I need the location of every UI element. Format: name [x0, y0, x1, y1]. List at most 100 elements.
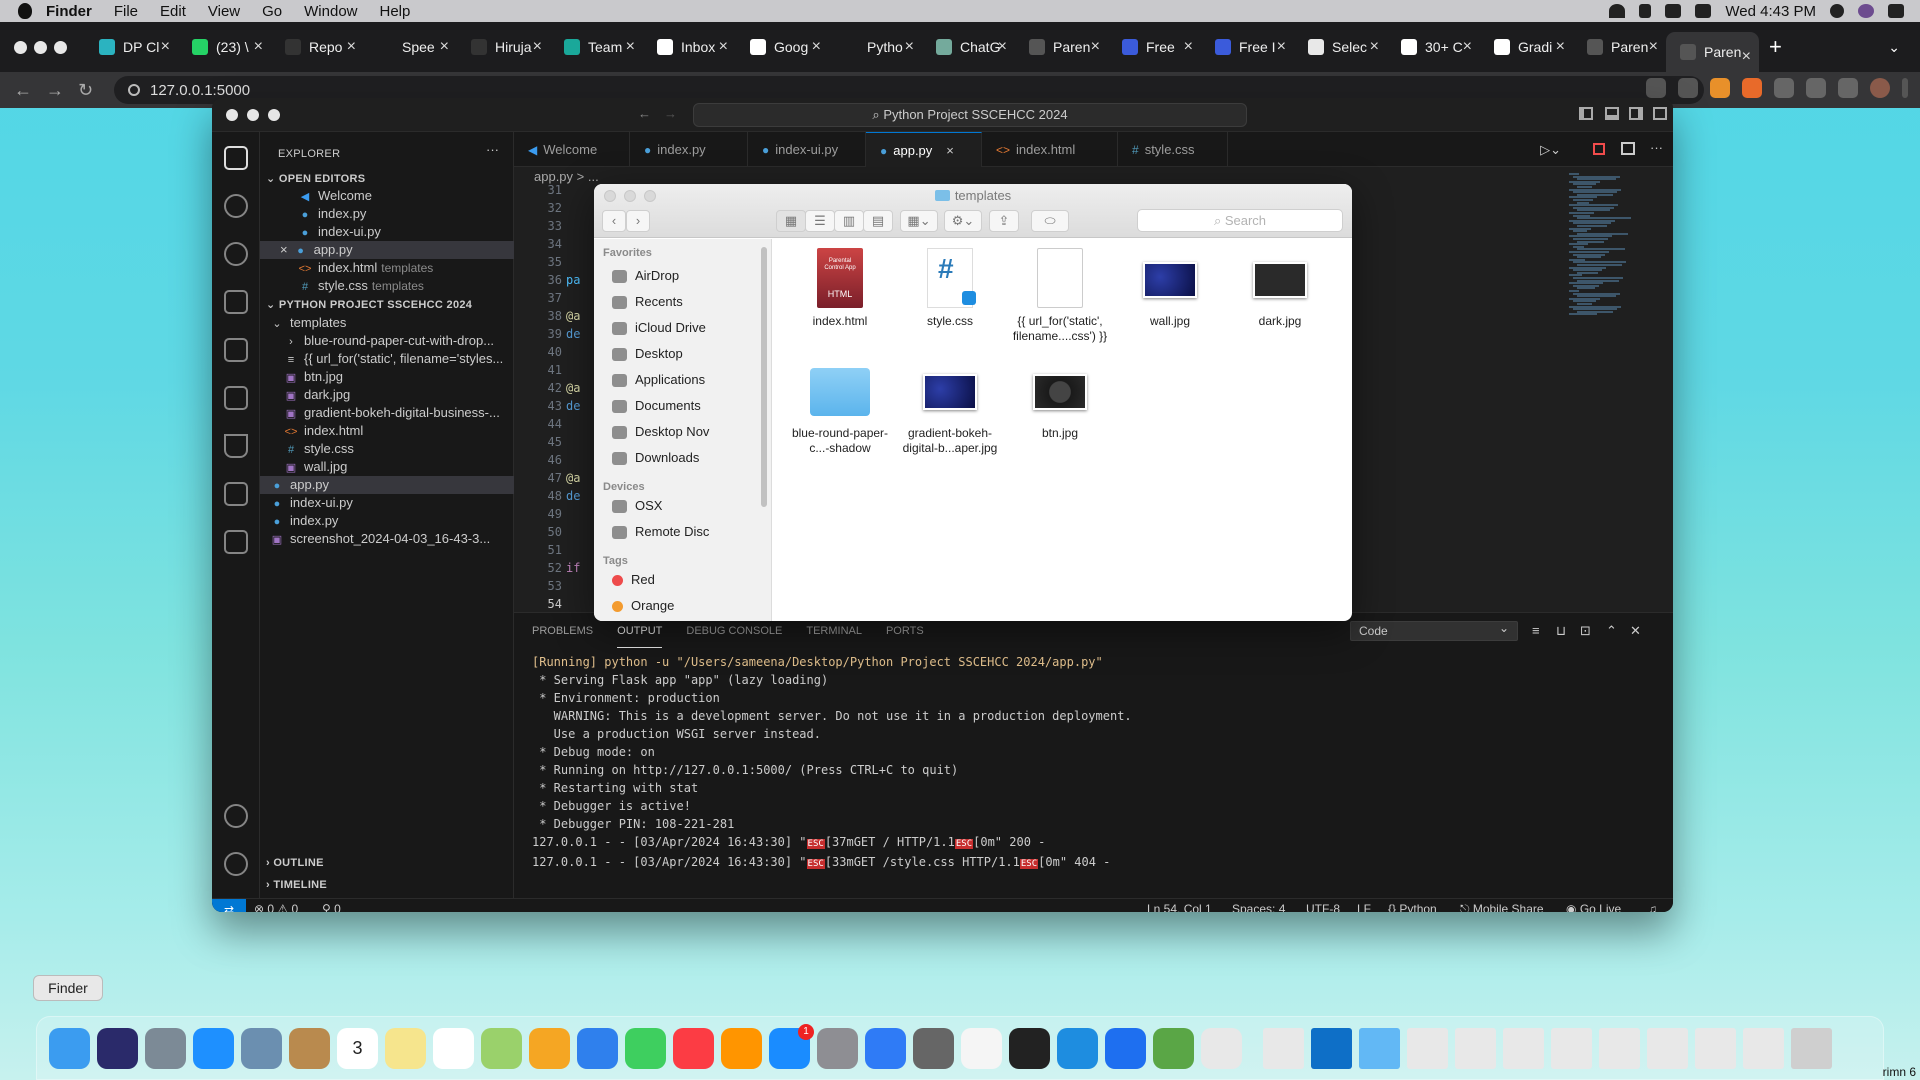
dock-app-icon[interactable] [1057, 1027, 1098, 1069]
tab-close-icon[interactable]: × [347, 38, 356, 56]
sidebar-item-osx[interactable]: OSX [612, 495, 662, 517]
window-zoom-button[interactable] [54, 40, 67, 54]
source-control-icon[interactable] [224, 242, 248, 266]
open-editor-item[interactable]: ● index.py [260, 205, 514, 223]
icon-view-button[interactable]: ▦ [776, 210, 806, 232]
editor-tab[interactable]: <> index.html [982, 132, 1118, 167]
breadcrumb[interactable]: app.py > ... [534, 169, 599, 184]
vscode-zoom-button[interactable] [268, 109, 280, 121]
finder-file-item[interactable]: gradient-bokeh-digital-b...aper.jpg [895, 360, 1005, 456]
dock-app-icon[interactable] [1263, 1027, 1304, 1069]
tab-close-icon[interactable]: × [1649, 38, 1658, 56]
output-channel-select[interactable]: Code [1350, 619, 1518, 641]
tree-item[interactable]: ● index-ui.py [260, 494, 514, 512]
tab-close-icon[interactable]: × [1091, 38, 1100, 56]
explorer-more-icon[interactable]: ··· [486, 142, 499, 157]
browser-tab[interactable]: Goog × [736, 22, 829, 72]
toggle-panel-icon[interactable] [1605, 107, 1619, 120]
tab-search-icon[interactable]: ⌄ [1888, 39, 1900, 56]
go-live[interactable]: ◉ Go Live [1566, 902, 1621, 912]
manage-gear-icon[interactable] [224, 852, 248, 876]
finder-file-item[interactable]: # style.css [895, 248, 1005, 329]
menu-edit[interactable]: Edit [160, 3, 186, 20]
tab-close-icon[interactable]: × [161, 38, 170, 56]
toggle-secondary-sidebar-icon[interactable] [1629, 107, 1643, 120]
finder-file-item[interactable]: btn.jpg [1005, 360, 1115, 441]
dock-app-icon[interactable] [1503, 1027, 1544, 1069]
open-editor-item[interactable]: <> index.html templates [260, 259, 514, 277]
layers-icon[interactable] [224, 482, 248, 506]
tree-item[interactable]: ▣ screenshot_2024-04-03_16-43-3... [260, 530, 514, 548]
dock-app-icon[interactable] [193, 1027, 234, 1069]
dock-app-icon[interactable] [1599, 1027, 1640, 1069]
dock-app-icon[interactable] [1551, 1027, 1592, 1069]
dock-app-icon[interactable] [673, 1027, 714, 1069]
encoding[interactable]: UTF-8 [1306, 902, 1340, 912]
calendar-dock-icon[interactable]: 3 [337, 1027, 378, 1069]
open-editor-item[interactable]: ● index-ui.py [260, 223, 514, 241]
dock-app-icon[interactable] [721, 1027, 762, 1069]
project-header[interactable]: ⌄ PYTHON PROJECT SSCEHCC 2024 [266, 298, 472, 311]
spotlight-icon[interactable] [1830, 4, 1844, 18]
tree-item[interactable]: ▣ btn.jpg [260, 368, 514, 386]
trash-dock-icon[interactable] [1791, 1027, 1832, 1069]
errors-count[interactable]: ⊗ 0 ⚠ 0 [254, 902, 298, 912]
language-mode[interactable]: {} Python [1388, 902, 1437, 912]
extension-brave-icon[interactable] [1742, 78, 1762, 98]
maximize-panel-icon[interactable]: ⌃ [1606, 623, 1617, 639]
editor-tab[interactable]: ◀ Welcome [514, 132, 630, 167]
extensions-puzzle-icon[interactable] [1774, 78, 1794, 98]
sidebar-item-airdrop[interactable]: AirDrop [612, 265, 679, 287]
dock-app-icon[interactable] [97, 1027, 138, 1069]
cursor-position[interactable]: Ln 54, Col 1 [1147, 902, 1212, 912]
explorer-icon[interactable] [224, 146, 248, 170]
close-tab-icon[interactable]: × [946, 143, 954, 158]
dock-app-icon[interactable] [817, 1027, 858, 1069]
share-button[interactable]: ⇪ [989, 210, 1019, 232]
sidebar-item-icloud-drive[interactable]: iCloud Drive [612, 317, 706, 339]
action-gear-button[interactable]: ⚙⌄ [944, 210, 982, 232]
list-view-button[interactable]: ☰ [805, 210, 835, 232]
browser-tab[interactable]: ChatG × [922, 22, 1015, 72]
dock-app-icon[interactable] [1105, 1027, 1146, 1069]
ports-count[interactable]: ⚲ 0 [322, 902, 341, 912]
menu-clock[interactable]: Wed 4:43 PM [1725, 3, 1816, 20]
dock-app-icon[interactable] [1407, 1027, 1448, 1069]
remote-explorer-icon[interactable] [224, 386, 248, 410]
tab-close-icon[interactable]: × [254, 38, 263, 56]
dock-app-icon[interactable] [481, 1027, 522, 1069]
dock-app-icon[interactable] [1647, 1027, 1688, 1069]
mobile-share[interactable]: ⎋ Mobile Share [1460, 902, 1544, 912]
sidebar-item-downloads[interactable]: Downloads [612, 447, 699, 469]
dock-app-icon[interactable] [913, 1027, 954, 1069]
vscode-close-button[interactable] [226, 109, 238, 121]
dock-app-icon[interactable] [865, 1027, 906, 1069]
customize-layout-icon[interactable] [1653, 107, 1667, 120]
edit-tags-button[interactable]: ⬭ [1031, 210, 1069, 232]
dock-app-icon[interactable] [1311, 1027, 1352, 1069]
finder-dock-icon[interactable] [49, 1027, 90, 1069]
dock-app-icon[interactable] [1153, 1027, 1194, 1069]
accounts-icon[interactable] [224, 804, 248, 828]
dock-app-icon[interactable] [289, 1027, 330, 1069]
dock-app-icon[interactable] [433, 1027, 474, 1069]
tab-close-icon[interactable]: × [719, 38, 728, 56]
finder-file-item[interactable]: dark.jpg [1225, 248, 1335, 329]
nav-back-icon[interactable]: ← [638, 106, 651, 121]
editor-tab[interactable]: # style.css [1118, 132, 1228, 167]
forward-arrow-icon[interactable]: → [46, 80, 64, 101]
open-in-editor-icon[interactable]: ⊡ [1580, 623, 1591, 639]
command-center-search[interactable]: ⌕ Python Project SSCEHCC 2024 [693, 103, 1247, 127]
new-tab-button[interactable]: + [1769, 34, 1782, 60]
menu-help[interactable]: Help [380, 3, 411, 20]
tree-item[interactable]: ● app.py [260, 476, 514, 494]
browser-tab[interactable]: DP Cl × [85, 22, 178, 72]
dock-app-icon[interactable] [385, 1027, 426, 1069]
browser-tab[interactable]: Team × [550, 22, 643, 72]
browser-tab[interactable]: Repo × [271, 22, 364, 72]
indentation[interactable]: Spaces: 4 [1232, 902, 1285, 912]
browser-tab[interactable]: Paren × [1015, 22, 1108, 72]
timeline-header[interactable]: › TIMELINE [266, 879, 327, 891]
remote-indicator-icon[interactable]: ⇄ [212, 899, 246, 912]
browser-tab[interactable]: Selec × [1294, 22, 1387, 72]
